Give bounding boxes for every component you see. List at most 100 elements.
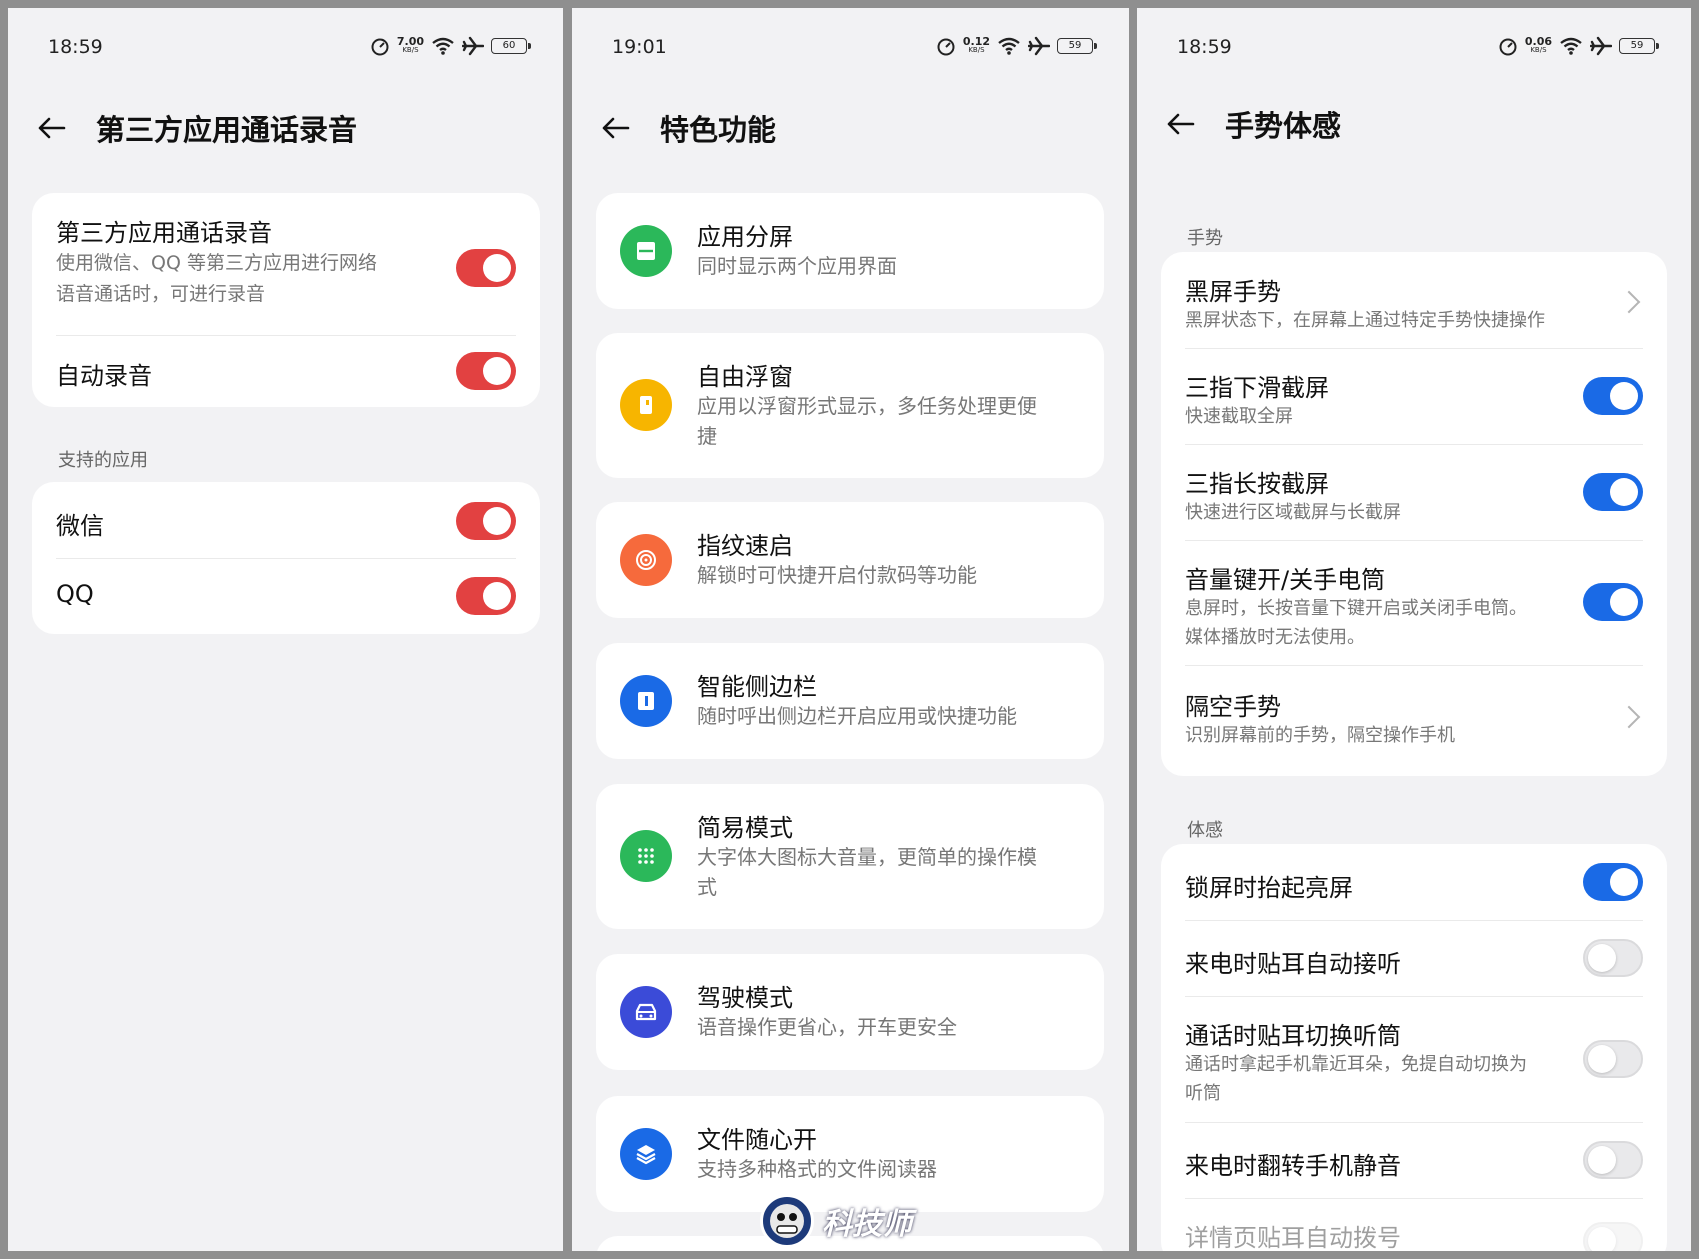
feature-desc: 捷 — [697, 424, 717, 448]
motion-row-raise-to-wake[interactable]: 锁屏时抬起亮屏 — [1161, 844, 1667, 920]
gesture-row-volume-flashlight[interactable]: 音量键开/关手电筒 息屏时，长按音量下键开启或关闭手电筒。 媒体播放时无法使用。 — [1161, 540, 1667, 665]
watermark-logo: 科技师 — [760, 1192, 940, 1250]
speedometer-icon — [937, 38, 955, 56]
feature-fingerprint-launch[interactable]: 指纹速启 解锁时可快捷开启付款码等功能 — [596, 502, 1104, 618]
row-desc: 快速进行区域截屏与长截屏 — [1185, 502, 1401, 523]
battery-indicator: 59 — [1619, 38, 1659, 54]
motion-row-switch-earpiece[interactable]: 通话时贴耳切换听筒 通话时拿起手机靠近耳朵，免提自动切换为 听筒 — [1161, 996, 1667, 1122]
three-finger-press-toggle[interactable] — [1583, 473, 1643, 511]
row-title: 隔空手势 — [1185, 693, 1281, 721]
status-time: 19:01 — [612, 36, 667, 58]
motion-row-flip-to-mute[interactable]: 来电时翻转手机静音 — [1161, 1122, 1667, 1198]
airplane-icon — [1590, 36, 1612, 56]
status-bar: 19:01 0.12 KB/S 59 — [612, 36, 1097, 62]
status-bar: 18:59 0.06 KB/S 59 — [1177, 36, 1659, 62]
wechat-toggle[interactable] — [456, 502, 516, 540]
row-title: 锁屏时抬起亮屏 — [1185, 874, 1353, 902]
feature-desc: 同时显示两个应用界面 — [697, 254, 897, 278]
raise-to-wake-toggle[interactable] — [1583, 863, 1643, 901]
feature-desc: 应用以浮窗形式显示，多任务处理更便 — [697, 394, 1037, 418]
feature-desc: 式 — [697, 875, 717, 899]
feature-title: 驾驶模式 — [697, 984, 793, 1012]
feature-simple-mode[interactable]: 简易模式 大字体大图标大音量，更简单的操作模 式 — [596, 784, 1104, 929]
motions-card: 锁屏时抬起亮屏 来电时贴耳自动接听 通话时贴耳切换听筒 通话时拿起手机靠近耳朵，… — [1161, 844, 1667, 1251]
volume-flashlight-toggle[interactable] — [1583, 583, 1643, 621]
auto-dial-toggle[interactable] — [1583, 1222, 1643, 1251]
feature-desc: 解锁时可快捷开启付款码等功能 — [697, 563, 977, 587]
watermark-text: 科技师 — [822, 1207, 912, 1242]
feature-title: 指纹速启 — [697, 532, 793, 560]
wifi-icon — [1560, 37, 1582, 55]
status-bar: 18:59 7.00 KB/S 60 — [48, 36, 531, 62]
feature-desc: 随时呼出侧边栏开启应用或快捷功能 — [697, 704, 1017, 728]
auto-answer-toggle[interactable] — [1583, 939, 1643, 977]
feature-smart-sidebar[interactable]: 智能侧边栏 随时呼出侧边栏开启应用或快捷功能 — [596, 643, 1104, 759]
feature-split-screen[interactable]: 应用分屏 同时显示两个应用界面 — [596, 193, 1104, 309]
layers-icon — [620, 1128, 672, 1180]
chevron-right-icon — [1617, 705, 1641, 729]
gesture-row-three-finger-swipe[interactable]: 三指下滑截屏 快速截取全屏 — [1161, 348, 1667, 444]
screen-gestures-motions: 18:59 0.06 KB/S 59 手势体感 手势 黑屏手势 黑屏状态下，在屏幕… — [1137, 8, 1691, 1251]
row-title: 微信 — [56, 512, 104, 540]
page-title: 第三方应用通话录音 — [96, 113, 358, 147]
page-header: 第三方应用通话录音 — [36, 106, 543, 150]
airplane-icon — [1028, 36, 1050, 56]
arrow-left-icon — [1167, 113, 1195, 135]
app-row-wechat[interactable]: 微信 — [32, 482, 540, 558]
grid-dots-icon — [620, 830, 672, 882]
mascot-face-icon — [760, 1194, 814, 1248]
row-desc: 媒体播放时无法使用。 — [1185, 627, 1365, 648]
app-row-qq[interactable]: QQ — [32, 558, 540, 634]
flip-to-mute-toggle[interactable] — [1583, 1141, 1643, 1179]
feature-title: 简易模式 — [697, 814, 793, 842]
auto-record-row[interactable]: 自动录音 — [32, 335, 540, 407]
row-title: 三指下滑截屏 — [1185, 374, 1329, 402]
page-title: 特色功能 — [660, 113, 777, 147]
sidebar-icon — [620, 675, 672, 727]
gesture-row-air-gesture[interactable]: 隔空手势 识别屏幕前的手势，隔空操作手机 — [1161, 665, 1667, 776]
row-title: 第三方应用通话录音 — [56, 219, 272, 247]
feature-floating-window[interactable]: 自由浮窗 应用以浮窗形式显示，多任务处理更便 捷 — [596, 333, 1104, 478]
status-time: 18:59 — [48, 36, 103, 58]
row-title: 黑屏手势 — [1185, 278, 1281, 306]
back-button[interactable] — [36, 108, 76, 148]
battery-indicator: 59 — [1057, 38, 1097, 54]
third-party-recording-toggle[interactable] — [456, 249, 516, 287]
three-finger-swipe-toggle[interactable] — [1583, 377, 1643, 415]
screen-special-features: 19:01 0.12 KB/S 59 特色功能 应用分屏 同时显示两个应用界面 自… — [572, 8, 1129, 1251]
feature-driving-mode[interactable]: 驾驶模式 语音操作更省心，开车更安全 — [596, 954, 1104, 1070]
feature-desc: 支持多种格式的文件阅读器 — [697, 1157, 937, 1181]
battery-indicator: 60 — [491, 38, 531, 54]
arrow-left-icon — [602, 117, 630, 139]
row-title: 自动录音 — [56, 362, 152, 390]
row-title: QQ — [56, 580, 94, 608]
row-title: 详情页贴耳自动拨号 — [1185, 1224, 1401, 1251]
switch-earpiece-toggle[interactable] — [1583, 1040, 1643, 1078]
third-party-recording-row[interactable]: 第三方应用通话录音 使用微信、QQ 等第三方应用进行网络 语音通话时，可进行录音 — [32, 193, 540, 328]
arrow-left-icon — [38, 117, 66, 139]
airplane-icon — [462, 36, 484, 56]
row-desc: 通话时拿起手机靠近耳朵，免提自动切换为 — [1185, 1054, 1527, 1075]
motion-row-auto-dial[interactable]: 详情页贴耳自动拨号 — [1161, 1198, 1667, 1251]
feature-title: 智能侧边栏 — [697, 673, 817, 701]
floating-window-icon — [620, 379, 672, 431]
recording-settings-card: 第三方应用通话录音 使用微信、QQ 等第三方应用进行网络 语音通话时，可进行录音… — [32, 193, 540, 407]
row-desc: 识别屏幕前的手势，隔空操作手机 — [1185, 725, 1455, 746]
chevron-right-icon — [1617, 290, 1641, 314]
gesture-row-screen-off[interactable]: 黑屏手势 黑屏状态下，在屏幕上通过特定手势快捷操作 — [1161, 252, 1667, 348]
back-button[interactable] — [1165, 104, 1205, 144]
status-time: 18:59 — [1177, 36, 1232, 58]
feature-desc: 语音操作更省心，开车更安全 — [697, 1015, 957, 1039]
auto-record-toggle[interactable] — [456, 352, 516, 390]
wifi-icon — [432, 37, 454, 55]
page-header: 手势体感 — [1165, 102, 1671, 146]
feature-title: 应用分屏 — [697, 223, 793, 251]
speedometer-icon — [1499, 38, 1517, 56]
gesture-row-three-finger-press[interactable]: 三指长按截屏 快速进行区域截屏与长截屏 — [1161, 444, 1667, 540]
qq-toggle[interactable] — [456, 577, 516, 615]
motion-row-auto-answer[interactable]: 来电时贴耳自动接听 — [1161, 920, 1667, 996]
feature-desc: 大字体大图标大音量，更简单的操作模 — [697, 845, 1037, 869]
page-header: 特色功能 — [600, 106, 1109, 150]
back-button[interactable] — [600, 108, 640, 148]
row-desc: 黑屏状态下，在屏幕上通过特定手势快捷操作 — [1185, 310, 1545, 331]
